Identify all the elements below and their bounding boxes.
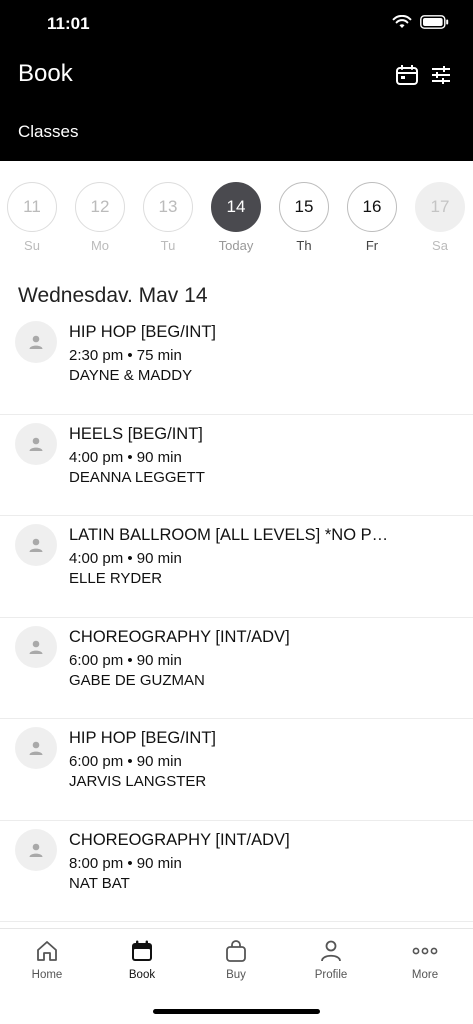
- date-number: 13: [143, 182, 193, 232]
- person-placeholder-icon: [29, 741, 43, 755]
- class-time: 6:00 pm • 90 min: [69, 651, 182, 669]
- tab-book[interactable]: Book: [102, 937, 182, 981]
- section-subtitle: Classes: [18, 122, 79, 141]
- class-title: LATIN BALLROOM [ALL LEVELS] *NO P…: [69, 526, 389, 544]
- home-indicator: [153, 1009, 320, 1014]
- class-title: HEELS [BEG/INT]: [69, 424, 203, 443]
- class-row[interactable]: HIP HOP [BEG/INT] 2:30 pm • 75 min DAYNE…: [0, 313, 473, 415]
- class-row[interactable]: HEELS [BEG/INT] 4:00 pm • 90 min DEANNA …: [0, 415, 473, 516]
- tab-more[interactable]: More: [385, 937, 465, 981]
- date-weekday: Fr: [365, 238, 379, 253]
- date-item-selected[interactable]: 14 Today: [211, 182, 261, 253]
- status-time: 11:01: [47, 14, 90, 33]
- date-item[interactable]: 16 Fr: [347, 182, 397, 253]
- class-time: 4:00 pm • 90 min: [69, 448, 182, 466]
- class-title: CHOREOGRAPHY [INT/ADV]: [69, 830, 290, 849]
- app-header: 11:01 Book Classes: [0, 0, 473, 161]
- person-placeholder-icon: [29, 437, 43, 451]
- date-item[interactable]: 15 Th: [279, 182, 329, 253]
- avatar: [15, 321, 57, 363]
- calendar-view-icon[interactable]: [395, 63, 419, 87]
- class-time: 2:30 pm • 75 min: [69, 347, 182, 364]
- tab-label: Buy: [226, 969, 246, 981]
- date-weekday: Su: [24, 238, 40, 253]
- person-placeholder-icon: [29, 640, 43, 654]
- date-item: 11 Su: [7, 182, 57, 253]
- date-number: 14: [211, 182, 261, 232]
- class-row[interactable]: CHOREOGRAPHY [INT/ADV] 6:00 pm • 90 min …: [0, 618, 473, 719]
- class-title: HIP HOP [BEG/INT]: [69, 323, 217, 341]
- class-row[interactable]: HIP HOP [BEG/INT] 6:00 pm • 90 min JARVI…: [0, 719, 473, 821]
- date-weekday: Tu: [160, 238, 176, 253]
- person-icon: [321, 940, 341, 962]
- person-placeholder-icon: [29, 843, 43, 857]
- filter-sliders-icon[interactable]: [429, 63, 453, 87]
- wifi-icon: [392, 15, 412, 28]
- date-weekday: Today: [218, 238, 254, 253]
- tab-buy[interactable]: Buy: [196, 937, 276, 981]
- avatar: [15, 524, 57, 566]
- class-teacher: DEANNA LEGGETT: [69, 468, 205, 486]
- class-title: CHOREOGRAPHY [INT/ADV]: [69, 627, 290, 646]
- date-item: 17 Sa: [415, 182, 465, 253]
- date-number: 15: [279, 182, 329, 232]
- person-placeholder-icon: [29, 538, 43, 552]
- battery-icon: [420, 15, 449, 29]
- class-row[interactable]: LATIN BALLROOM [ALL LEVELS] *NO P… 4:00 …: [0, 516, 473, 618]
- avatar: [15, 625, 57, 668]
- avatar: [15, 828, 57, 871]
- shopping-bag-icon: [226, 940, 246, 962]
- person-placeholder-icon: [29, 335, 43, 349]
- class-teacher: JARVIS LANGSTER: [69, 773, 207, 790]
- tab-label: More: [411, 969, 439, 981]
- date-item: 13 Tu: [143, 182, 193, 253]
- date-weekday: Th: [296, 238, 312, 253]
- more-icon: [412, 947, 438, 955]
- date-heading: Wednesdav. Mav 14: [18, 284, 208, 307]
- home-icon: [37, 941, 57, 961]
- tab-home[interactable]: Home: [7, 937, 87, 981]
- date-number: 11: [7, 182, 57, 232]
- avatar: [15, 422, 57, 465]
- date-weekday: Mo: [90, 238, 110, 253]
- class-time: 8:00 pm • 90 min: [69, 854, 182, 872]
- date-weekday: Sa: [432, 238, 448, 253]
- class-teacher: ELLE RYDER: [69, 570, 163, 587]
- class-teacher: NAT BAT: [69, 874, 130, 892]
- class-time: 6:00 pm • 90 min: [69, 753, 182, 770]
- tab-label: Home: [31, 969, 63, 981]
- date-item: 12 Mo: [75, 182, 125, 253]
- class-teacher: GABE DE GUZMAN: [69, 671, 205, 689]
- avatar: [15, 727, 57, 769]
- status-icons: [392, 15, 449, 29]
- tab-label: Profile: [314, 969, 348, 981]
- class-teacher: DAYNE & MADDY: [69, 367, 193, 384]
- calendar-icon: [132, 940, 152, 961]
- tab-profile[interactable]: Profile: [291, 937, 371, 981]
- date-selector: 11 Su 12 Mo 13 Tu 14 Today 15 Th 16 Fr 1…: [0, 182, 473, 257]
- date-number: 17: [415, 182, 465, 232]
- date-number: 16: [347, 182, 397, 232]
- date-number: 12: [75, 182, 125, 232]
- tab-label: Book: [128, 969, 156, 981]
- class-row[interactable]: CHOREOGRAPHY [INT/ADV] 8:00 pm • 90 min …: [0, 821, 473, 922]
- class-list: HIP HOP [BEG/INT] 2:30 pm • 75 min DAYNE…: [0, 313, 473, 922]
- page-title: Book: [18, 60, 73, 87]
- class-title: HIP HOP [BEG/INT]: [69, 729, 217, 747]
- class-time: 4:00 pm • 90 min: [69, 550, 182, 567]
